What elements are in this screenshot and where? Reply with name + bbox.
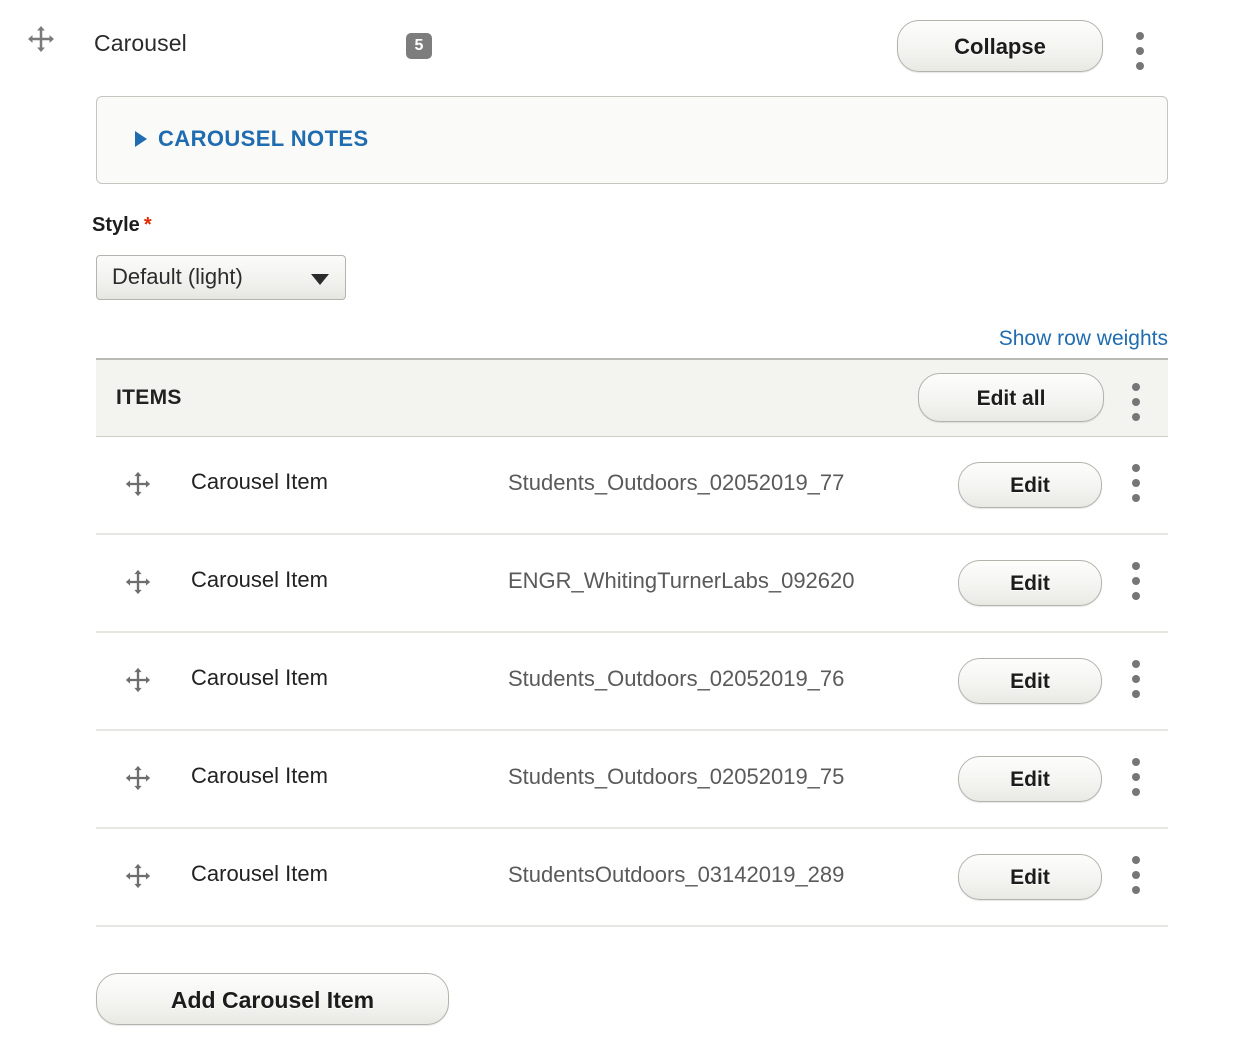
move-handle-icon[interactable] — [124, 862, 152, 890]
row-item-type: Carousel Item — [191, 763, 328, 788]
edit-button[interactable]: Edit — [958, 462, 1102, 508]
required-asterisk: * — [143, 214, 152, 236]
style-select[interactable]: Default (light) — [96, 255, 346, 300]
items-table-header: ITEMS Edit all — [96, 358, 1168, 437]
edit-button[interactable]: Edit — [958, 756, 1102, 802]
table-row: Carousel Item Students_Outdoors_02052019_… — [96, 633, 1168, 731]
ellipsis-dot — [1132, 577, 1140, 585]
row-item-type: Carousel Item — [191, 861, 328, 886]
ellipsis-dot — [1132, 383, 1140, 391]
ellipsis-dot — [1132, 413, 1140, 421]
ellipsis-dot — [1136, 32, 1144, 40]
carousel-notes-summary[interactable]: CAROUSEL NOTES — [135, 126, 369, 152]
move-handle-icon[interactable] — [124, 470, 152, 498]
ellipsis-dot — [1132, 773, 1140, 781]
table-row: Carousel Item ENGR_WhitingTurnerLabs_0926… — [96, 535, 1168, 633]
edit-button[interactable]: Edit — [958, 854, 1102, 900]
edit-button[interactable]: Edit — [958, 658, 1102, 704]
add-carousel-item-button[interactable]: Add Carousel Item — [96, 973, 449, 1025]
vertical-ellipsis-icon[interactable] — [1132, 562, 1140, 600]
carousel-notes-details[interactable]: CAROUSEL NOTES — [96, 96, 1168, 184]
row-filename: Students_Outdoors_02052019_76 — [508, 666, 845, 691]
ellipsis-dot — [1132, 592, 1140, 600]
vertical-ellipsis-icon[interactable] — [1136, 32, 1144, 70]
move-handle-icon[interactable] — [124, 764, 152, 792]
ellipsis-dot — [1132, 886, 1140, 894]
ellipsis-dot — [1132, 398, 1140, 406]
paragraph-header: Carousel 5 Collapse — [0, 0, 1236, 92]
style-select-value: Default (light) — [112, 264, 243, 289]
row-filename: Students_Outdoors_02052019_75 — [508, 764, 845, 789]
ellipsis-dot — [1132, 479, 1140, 487]
vertical-ellipsis-icon[interactable] — [1132, 758, 1140, 796]
ellipsis-dot — [1132, 788, 1140, 796]
vertical-ellipsis-icon[interactable] — [1132, 660, 1140, 698]
move-handle-icon[interactable] — [26, 24, 56, 54]
ellipsis-dot — [1132, 494, 1140, 502]
table-row: Carousel Item Students_Outdoors_02052019_… — [96, 437, 1168, 535]
move-handle-icon[interactable] — [124, 568, 152, 596]
row-item-type: Carousel Item — [191, 567, 328, 592]
vertical-ellipsis-icon[interactable] — [1132, 464, 1140, 502]
triangle-right-icon — [135, 131, 147, 147]
row-item-type: Carousel Item — [191, 469, 328, 494]
edit-all-button[interactable]: Edit all — [918, 373, 1104, 422]
edit-button[interactable]: Edit — [958, 560, 1102, 606]
ellipsis-dot — [1132, 675, 1140, 683]
table-row: Carousel Item StudentsOutdoors_03142019_2… — [96, 829, 1168, 927]
ellipsis-dot — [1132, 758, 1140, 766]
table-row: Carousel Item Students_Outdoors_02052019_… — [96, 731, 1168, 829]
style-field-label: Style * — [92, 214, 152, 237]
row-filename: ENGR_WhitingTurnerLabs_092620 — [508, 568, 855, 593]
row-filename: Students_Outdoors_02052019_77 — [508, 470, 845, 495]
carousel-notes-label: CAROUSEL NOTES — [158, 126, 369, 151]
item-count-badge: 5 — [406, 33, 432, 59]
chevron-down-icon — [311, 274, 329, 285]
ellipsis-dot — [1132, 690, 1140, 698]
ellipsis-dot — [1136, 47, 1144, 55]
ellipsis-dot — [1132, 871, 1140, 879]
move-handle-icon[interactable] — [124, 666, 152, 694]
ellipsis-dot — [1136, 62, 1144, 70]
ellipsis-dot — [1132, 562, 1140, 570]
ellipsis-dot — [1132, 464, 1140, 472]
ellipsis-dot — [1132, 660, 1140, 668]
show-row-weights-link[interactable]: Show row weights — [999, 327, 1168, 351]
items-header-label: ITEMS — [116, 386, 182, 409]
vertical-ellipsis-icon[interactable] — [1132, 383, 1140, 421]
style-label-text: Style — [92, 214, 140, 236]
items-table: ITEMS Edit all Carousel Item Students_Out… — [96, 358, 1168, 927]
ellipsis-dot — [1132, 856, 1140, 864]
page-title: Carousel — [94, 30, 187, 56]
items-rows: Carousel Item Students_Outdoors_02052019_… — [96, 437, 1168, 927]
row-item-type: Carousel Item — [191, 665, 328, 690]
row-filename: StudentsOutdoors_03142019_289 — [508, 862, 845, 887]
collapse-button[interactable]: Collapse — [897, 20, 1103, 72]
vertical-ellipsis-icon[interactable] — [1132, 856, 1140, 894]
